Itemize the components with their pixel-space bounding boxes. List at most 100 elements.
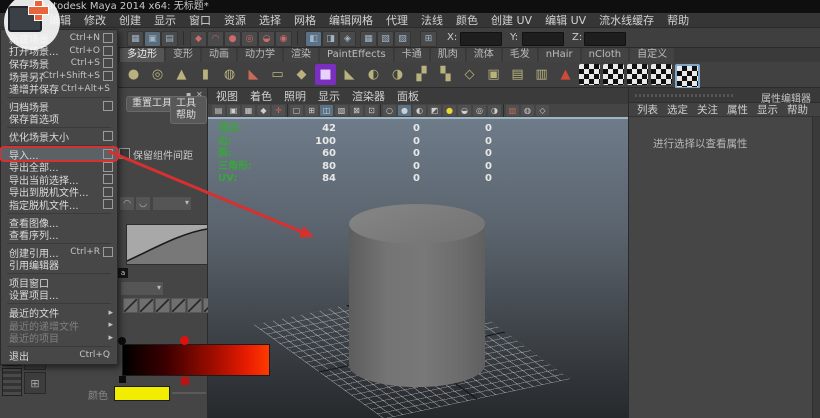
menu-item-increment-save[interactable]: 递增并保存Ctrl+Alt+S xyxy=(1,82,117,95)
shelf-tab-animation[interactable]: 动画 xyxy=(202,48,236,62)
shadows-icon[interactable]: ◒ xyxy=(458,105,471,116)
shelf-tab-fluids[interactable]: 流体 xyxy=(467,48,501,62)
menu-help[interactable]: 帮助 xyxy=(667,12,689,28)
menu-normals[interactable]: 法线 xyxy=(421,12,443,28)
option-box-icon[interactable] xyxy=(103,174,113,184)
option-box-icon[interactable] xyxy=(103,247,113,257)
brush-profile-alt-icon[interactable]: ◡ xyxy=(135,196,151,211)
construction-history-icon[interactable]: ◈ xyxy=(339,31,356,47)
falloff-color-ramp[interactable] xyxy=(122,344,270,376)
plugin-shapes-icon[interactable]: ◇ xyxy=(536,105,549,116)
2d-pan-zoom-icon[interactable]: ✛ xyxy=(272,105,285,116)
render-settings-icon[interactable]: ▨ xyxy=(394,31,411,47)
sculpt-tool-icon[interactable]: ▲ xyxy=(555,64,576,85)
curve-preset-dome[interactable] xyxy=(171,298,186,313)
menu-create-uv[interactable]: 创建 UV xyxy=(491,12,532,28)
option-box-icon[interactable] xyxy=(103,33,113,43)
menu-mesh[interactable]: 网格 xyxy=(294,12,316,28)
viewport-menu-shading[interactable]: 着色 xyxy=(250,88,272,104)
use-all-lights-icon[interactable]: ● xyxy=(443,105,456,116)
poly-cone-icon[interactable]: ▲ xyxy=(171,64,192,85)
menu-color[interactable]: 颜色 xyxy=(456,12,478,28)
select-object-icon[interactable]: ▣ xyxy=(144,31,161,47)
snap-point-icon[interactable]: ● xyxy=(224,31,241,47)
ae-menu-selected[interactable]: 选定 xyxy=(667,102,688,117)
isolate-select-icon[interactable]: ◍ xyxy=(521,105,534,116)
reduce-icon[interactable]: ▚ xyxy=(435,64,456,85)
color-swatch-yellow[interactable] xyxy=(114,386,170,401)
menu-select[interactable]: 选择 xyxy=(259,12,281,28)
snap-view-plane-icon[interactable]: ◒ xyxy=(258,31,275,47)
make-live-icon[interactable]: ◉ xyxy=(275,31,292,47)
ae-menu-help[interactable]: 帮助 xyxy=(787,102,808,117)
ae-menu-show[interactable]: 显示 xyxy=(757,102,778,117)
shelf-tab-polygons[interactable]: 多边形 xyxy=(120,48,164,62)
shelf-tab-dynamics[interactable]: 动力学 xyxy=(238,48,282,62)
ae-menu-attributes[interactable]: 属性 xyxy=(727,102,748,117)
smooth-shade-icon[interactable]: ● xyxy=(398,105,411,116)
shelf-tab-toon[interactable]: 卡通 xyxy=(395,48,429,62)
tool-help-button[interactable]: 工具帮助 xyxy=(170,96,207,124)
poly-cut-icon[interactable]: ◣ xyxy=(243,64,264,85)
film-gate-icon[interactable]: ▢ xyxy=(290,105,303,116)
curve-preset-bump[interactable] xyxy=(187,298,202,313)
option-box-icon[interactable] xyxy=(103,187,113,197)
safe-title-icon[interactable]: ⊡ xyxy=(365,105,378,116)
menu-edit-uv[interactable]: 编辑 UV xyxy=(545,12,586,28)
combine-icon[interactable]: ◐ xyxy=(363,64,384,85)
option-box-icon[interactable] xyxy=(103,162,113,172)
menu-create[interactable]: 创建 xyxy=(119,12,141,28)
shelf-tab-deformation[interactable]: 变形 xyxy=(166,48,200,62)
viewport-menu-view[interactable]: 视图 xyxy=(216,88,238,104)
shelf-tab-ncloth[interactable]: nCloth xyxy=(582,48,628,62)
input-connections-icon[interactable]: ◧ xyxy=(305,31,322,47)
uv-planar-map-icon[interactable] xyxy=(579,64,600,85)
xray-icon[interactable]: ▥ xyxy=(506,105,519,116)
poly-torus-icon[interactable]: ◎ xyxy=(147,64,168,85)
select-camera-icon[interactable]: ▤ xyxy=(212,105,225,116)
curve-key-marker[interactable]: a xyxy=(118,268,128,278)
shelf-tab-custom[interactable]: 自定义 xyxy=(630,48,674,62)
shelf-tab-fur[interactable]: 毛发 xyxy=(503,48,537,62)
menu-proxy[interactable]: 代理 xyxy=(386,12,408,28)
smooth-icon[interactable]: ▞ xyxy=(411,64,432,85)
option-box-icon[interactable] xyxy=(103,71,113,81)
viewport-menu-renderer[interactable]: 渲染器 xyxy=(352,88,385,104)
snap-curve-icon[interactable]: ◠ xyxy=(207,31,224,47)
motion-blur-icon[interactable]: ◑ xyxy=(488,105,501,116)
falloff-mode-dropdown[interactable]: ▾ xyxy=(152,196,192,211)
poly-wedge-icon[interactable]: ◣ xyxy=(339,64,360,85)
uv-editor-icon[interactable] xyxy=(675,64,700,89)
field-chart-icon[interactable]: ▧ xyxy=(335,105,348,116)
cylinder-top-cap[interactable] xyxy=(349,204,485,244)
option-box-icon[interactable] xyxy=(103,149,113,159)
poly-sphere-icon[interactable]: ● xyxy=(123,64,144,85)
safe-action-icon[interactable]: ⊠ xyxy=(350,105,363,116)
gate-mask-icon[interactable]: ◫ xyxy=(320,105,333,116)
viewport-menu-panels[interactable]: 面板 xyxy=(397,88,419,104)
ramp-entry-red-square[interactable] xyxy=(181,377,189,385)
x-coordinate-input[interactable] xyxy=(460,32,502,46)
output-connections-icon[interactable]: ◨ xyxy=(322,31,339,47)
fill-hole-icon[interactable]: ◇ xyxy=(459,64,480,85)
menu-item-exit[interactable]: 退出Ctrl+Q xyxy=(1,349,117,362)
quick-rig-icon[interactable]: ⊞ xyxy=(420,31,437,47)
uv-cylindrical-map-icon[interactable] xyxy=(603,64,624,85)
checker-material-icon[interactable]: ◩ xyxy=(428,105,441,116)
brush-profile-icon[interactable]: ◠ xyxy=(119,196,135,211)
shelf-tab-rendering[interactable]: 渲染 xyxy=(284,48,318,62)
viewport-menu-show[interactable]: 显示 xyxy=(318,88,340,104)
render-icon[interactable]: ▦ xyxy=(360,31,377,47)
falloff-curve-graph[interactable] xyxy=(126,224,208,265)
menu-item-optimize-scene-size[interactable]: 优化场景大小 xyxy=(1,130,117,143)
ambient-occlusion-icon[interactable]: ◎ xyxy=(473,105,486,116)
uv-spherical-map-icon[interactable] xyxy=(627,64,648,85)
menu-item-set-project[interactable]: 设置项目... xyxy=(1,289,117,302)
viewport-menu-lighting[interactable]: 照明 xyxy=(284,88,306,104)
layout-strip-icon[interactable] xyxy=(2,368,22,396)
curve-preset-spike[interactable] xyxy=(155,298,170,313)
bookmark-icon[interactable]: ◆ xyxy=(257,105,270,116)
menu-window[interactable]: 窗口 xyxy=(189,12,211,28)
ae-menu-focus[interactable]: 关注 xyxy=(697,102,718,117)
wireframe-icon[interactable]: ○ xyxy=(383,105,396,116)
